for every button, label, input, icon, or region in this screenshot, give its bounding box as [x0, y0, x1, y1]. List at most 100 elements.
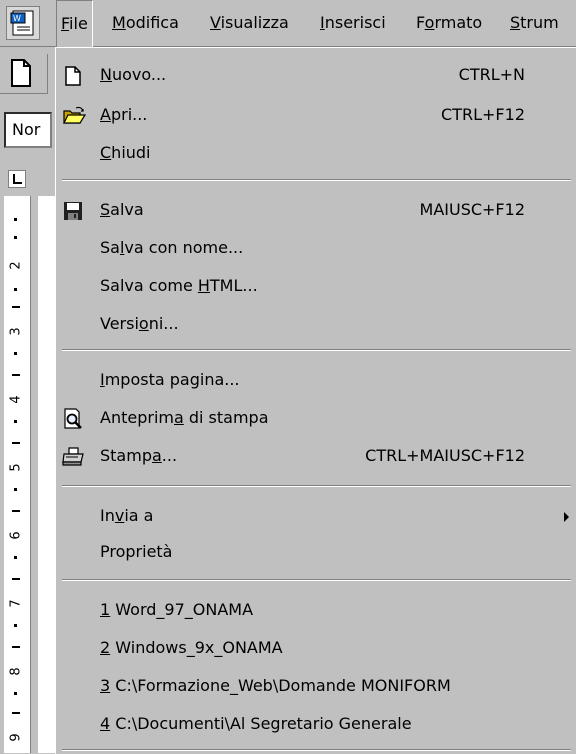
ruler-number: 2 — [8, 261, 24, 270]
menu-formato-label: rmato — [434, 13, 483, 32]
menu-item-nuovo[interactable]: Nuovo... CTRL+N — [56, 58, 576, 92]
menu-item-stampa-label: Stampa... — [100, 446, 178, 465]
tab-stop-selector[interactable] — [8, 170, 26, 188]
menu-item-invia-a[interactable]: Invia a — [56, 499, 576, 533]
new-document-icon — [11, 59, 31, 87]
recent-file-label: 4 C:\Documenti\Al Segretario Generale — [100, 714, 412, 733]
menu-visualizza[interactable]: Visualizza — [206, 0, 293, 46]
menu-item-nuovo-label: Nuovo... — [100, 65, 167, 84]
ruler-dot — [14, 692, 17, 695]
menu-strumenti-mnemonic: S — [510, 13, 521, 32]
ruler-dot — [14, 556, 17, 559]
ruler-tick — [12, 578, 20, 580]
menu-item-imposta-pagina-label: Imposta pagina... — [100, 370, 240, 389]
menu-item-anteprima-di-stampa[interactable]: Anteprima di stampa — [56, 401, 576, 435]
ruler-number: 8 — [8, 667, 24, 676]
menu-separator — [62, 749, 571, 751]
menu-strumenti-label: trum — [520, 13, 559, 32]
menu-item-apri-shortcut: CTRL+F12 — [441, 105, 525, 124]
menu-item-imposta-pagina[interactable]: Imposta pagina... — [56, 363, 576, 397]
menu-item-salva-label: Salva — [100, 200, 144, 219]
recent-file-label: 1 Word_97_ONAMA — [100, 600, 254, 619]
ruler-number: 6 — [8, 531, 24, 540]
menu-inserisci[interactable]: Inserisci — [316, 0, 390, 46]
ruler-tick — [12, 712, 20, 714]
menu-item-salva[interactable]: Salva MAIUSC+F12 — [56, 193, 576, 227]
menu-separator — [62, 349, 571, 351]
menu-item-proprieta[interactable]: Proprietà — [56, 535, 576, 569]
menu-modifica-label: odifica — [125, 13, 179, 32]
ruler-number: 9 — [8, 733, 24, 742]
word-document-icon[interactable]: W — [6, 6, 40, 40]
style-combobox[interactable]: Nor — [4, 112, 52, 148]
menu-file-label: ile — [69, 14, 88, 33]
menu-item-salva-con-nome-label: Salva con nome... — [100, 238, 244, 257]
menu-inserisci-label: nserisci — [324, 13, 386, 32]
recent-file-label: 2 Windows_9x_ONAMA — [100, 638, 283, 657]
menu-modifica[interactable]: Modifica — [108, 0, 183, 46]
file-menu: Nuovo... CTRL+N Apri... CTRL+F12 Chiudi — [55, 47, 576, 754]
menu-file-mnemonic: F — [61, 14, 70, 33]
menu-item-stampa[interactable]: Stampa... CTRL+MAIUSC+F12 — [56, 439, 576, 473]
ruler-dot — [14, 352, 17, 355]
menu-formato-label-pre: F — [416, 13, 425, 32]
menu-item-invia-a-label: Invia a — [100, 506, 154, 525]
menu-separator — [62, 485, 571, 487]
menu-visualizza-label: isualizza — [220, 13, 289, 32]
menu-separator — [62, 179, 571, 181]
ruler-number: 3 — [8, 327, 24, 336]
menu-file[interactable]: File — [56, 0, 93, 47]
menu-item-versioni[interactable]: Versioni... — [56, 307, 576, 341]
submenu-arrow-icon — [564, 512, 569, 522]
menu-item-salva-con-nome[interactable]: Salva con nome... — [56, 231, 576, 265]
document-area[interactable] — [38, 196, 56, 753]
svg-text:W: W — [13, 14, 21, 23]
menu-item-salva-come-html-label: Salva come HTML... — [100, 276, 258, 295]
menu-item-salva-shortcut: MAIUSC+F12 — [419, 200, 525, 219]
recent-file-item[interactable]: 3 C:\Formazione_Web\Domande MONIFORM — [56, 669, 576, 703]
menu-item-stampa-shortcut: CTRL+MAIUSC+F12 — [365, 446, 525, 465]
recent-file-item[interactable]: 1 Word_97_ONAMA — [56, 593, 576, 627]
floppy-disk-icon — [62, 200, 84, 222]
ruler-dot — [14, 288, 17, 291]
menu-item-versioni-label: Versioni... — [100, 314, 179, 333]
ruler-dot — [14, 624, 17, 627]
ruler-tick — [12, 306, 20, 308]
menu-item-chiudi-label: Chiudi — [100, 143, 151, 162]
ruler-tick — [12, 646, 20, 648]
menu-item-salva-come-html[interactable]: Salva come HTML... — [56, 269, 576, 303]
recent-file-item[interactable]: 4 C:\Documenti\Al Segretario Generale — [56, 707, 576, 741]
menu-separator — [62, 579, 571, 581]
printer-icon — [62, 446, 84, 468]
style-combobox-value: Nor — [12, 120, 41, 139]
menu-item-apri-label: Apri... — [100, 105, 148, 124]
toolbar-new-button[interactable] — [0, 54, 48, 94]
menu-item-chiudi[interactable]: Chiudi — [56, 136, 576, 170]
vertical-ruler[interactable]: 2 3 4 5 6 7 8 9 — [0, 196, 38, 753]
ruler-number: 4 — [8, 395, 24, 404]
menu-item-anteprima-label: Anteprima di stampa — [100, 408, 269, 427]
menu-item-apri[interactable]: Apri... CTRL+F12 — [56, 98, 576, 132]
recent-file-item[interactable]: 2 Windows_9x_ONAMA — [56, 631, 576, 665]
ruler-dot — [14, 420, 17, 423]
ruler-dot — [14, 236, 17, 239]
ruler-tick — [12, 374, 20, 376]
ruler-number: 5 — [8, 463, 24, 472]
menu-bar: W File Modifica Visualizza Inserisci For… — [0, 0, 576, 47]
menu-modifica-mnemonic: M — [112, 13, 126, 32]
new-document-icon — [62, 65, 84, 87]
recent-file-label: 3 C:\Formazione_Web\Domande MONIFORM — [100, 676, 451, 695]
ruler-tick — [12, 442, 20, 444]
menu-item-proprieta-label: Proprietà — [100, 542, 173, 561]
ruler-tick — [12, 510, 20, 512]
menu-item-nuovo-shortcut: CTRL+N — [458, 65, 525, 84]
ruler-dot — [14, 218, 17, 221]
menu-formato[interactable]: Formato — [412, 0, 486, 46]
ruler-dot — [14, 488, 17, 491]
menu-visualizza-mnemonic: V — [210, 13, 221, 32]
ruler-number: 7 — [8, 599, 24, 608]
menu-strumenti[interactable]: Strum — [506, 0, 563, 46]
left-tab-icon — [13, 174, 22, 184]
open-folder-icon — [62, 105, 86, 127]
print-preview-icon — [62, 408, 84, 430]
